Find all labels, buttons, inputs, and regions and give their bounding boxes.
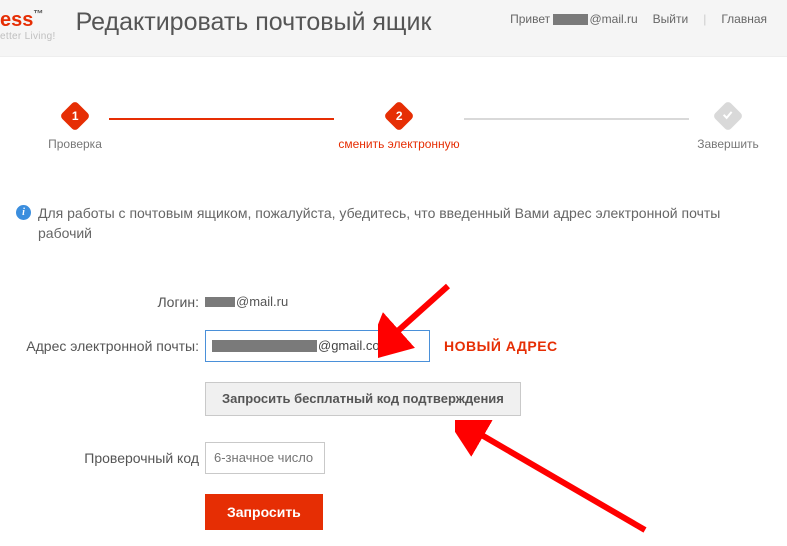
step-1-badge: 1 [59, 100, 90, 131]
code-label: Проверочный код [0, 450, 205, 466]
redacted-email-local [212, 340, 317, 352]
info-message: i Для работы с почтовым ящиком, пожалуйс… [0, 159, 787, 244]
redacted-login [205, 297, 235, 307]
step-2-label: сменить электронную [338, 137, 459, 151]
progress-steps: 1 Проверка 2 сменить электронную Заверши… [0, 57, 787, 159]
email-input-wrap[interactable]: @gmail.cor [205, 330, 430, 362]
info-icon: i [16, 205, 31, 220]
logo-text: ess [0, 9, 33, 31]
step-line-1 [109, 118, 334, 120]
row-login: Логин: @mail.ru [0, 294, 787, 310]
logo-tm: ™ [33, 9, 43, 20]
form: Логин: @mail.ru Адрес электронной почты:… [0, 244, 787, 530]
email-label: Адрес электронной почты: [0, 338, 205, 354]
page-title: Редактировать почтовый ящик [56, 8, 511, 37]
tagline: etter Living! [0, 32, 56, 42]
brand-wrap: ess™ etter Living! [0, 10, 56, 42]
email-value-wrap: @gmail.cor НОВЫЙ АДРЕС [205, 330, 558, 362]
row-submit: Запросить [0, 494, 787, 530]
step-2: 2 сменить электронную [338, 105, 459, 151]
step-1: 1 Проверка [45, 105, 105, 151]
step-3-badge [712, 100, 743, 131]
new-address-annotation: НОВЫЙ АДРЕС [444, 338, 558, 354]
submit-button[interactable]: Запросить [205, 494, 323, 530]
top-nav: Привет @mail.ru Выйти | Главная [510, 12, 767, 26]
row-code: Проверочный код [0, 442, 787, 474]
login-label: Логин: [0, 294, 205, 310]
step-3-label: Завершить [697, 137, 759, 151]
request-code-button[interactable]: Запросить бесплатный код подтверждения [205, 382, 521, 416]
step-2-badge: 2 [383, 100, 414, 131]
home-link[interactable]: Главная [721, 12, 767, 26]
step-line-2 [464, 118, 689, 120]
logo: ess™ [0, 10, 56, 30]
row-email: Адрес электронной почты: @gmail.cor НОВЫ… [0, 330, 787, 362]
redacted-username [553, 14, 588, 25]
logout-link[interactable]: Выйти [653, 12, 689, 26]
header: ess™ etter Living! Редактировать почтовы… [0, 0, 787, 57]
step-1-label: Проверка [48, 137, 102, 151]
login-value: @mail.ru [205, 294, 288, 309]
nav-divider: | [703, 12, 706, 26]
greeting: Привет @mail.ru [510, 12, 638, 26]
verification-code-input[interactable] [205, 442, 325, 474]
info-text: Для работы с почтовым ящиком, пожалуйста… [38, 203, 771, 244]
check-icon [722, 109, 734, 124]
step-3: Завершить [693, 105, 763, 151]
row-request-code: Запросить бесплатный код подтверждения [0, 382, 787, 416]
